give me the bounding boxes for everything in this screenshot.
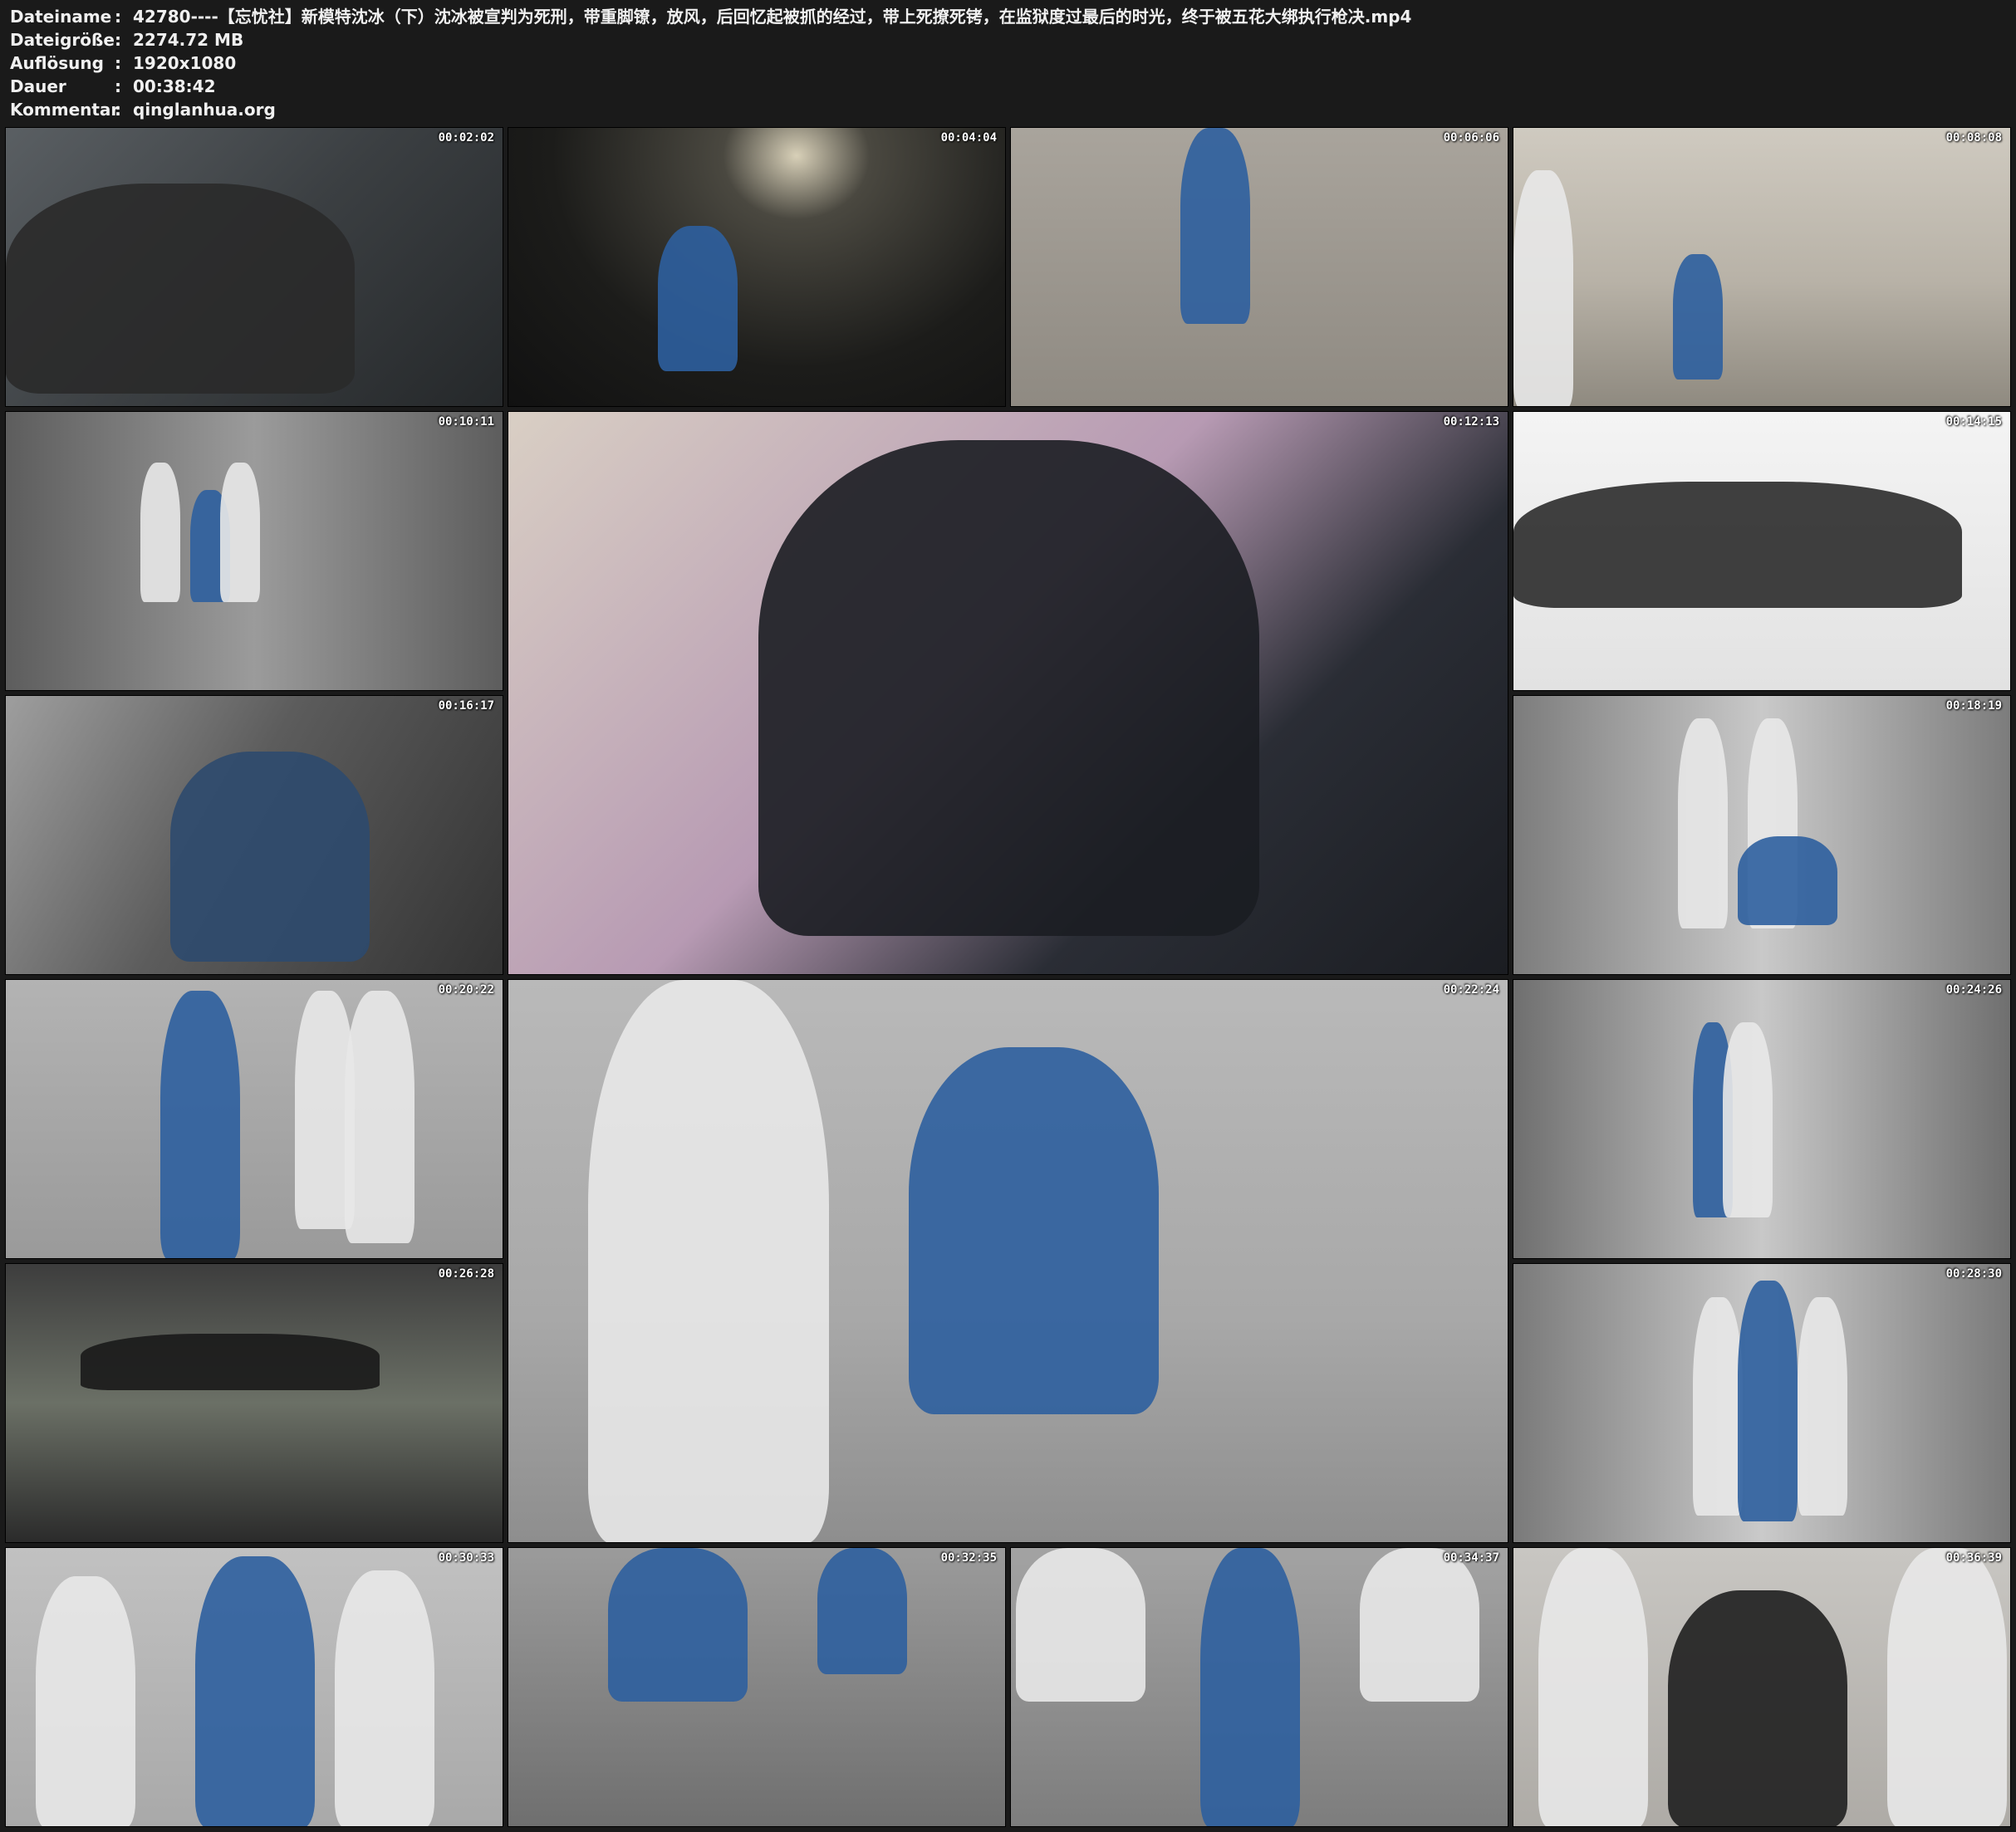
video-thumbnail: 00:26:28 xyxy=(5,1263,503,1543)
thumbnail-timestamp: 00:04:04 xyxy=(940,131,997,145)
thumbnail-image xyxy=(6,980,503,1258)
video-thumbnail: 00:02:02 xyxy=(5,127,503,407)
video-thumbnail: 00:10:11 xyxy=(5,411,503,691)
video-thumbnail: 00:30:33 xyxy=(5,1547,503,1827)
video-thumbnail: 00:04:04 xyxy=(508,127,1006,407)
figure-silhouette xyxy=(220,462,260,603)
figure-silhouette xyxy=(1513,482,1962,608)
figure-silhouette xyxy=(6,184,355,394)
thumbnail-timestamp: 00:08:08 xyxy=(1945,131,2002,145)
figure-silhouette xyxy=(1668,1590,1847,1826)
video-thumbnail: 00:08:08 xyxy=(1513,127,2011,407)
figure-silhouette xyxy=(758,439,1259,937)
figure-silhouette xyxy=(588,980,829,1542)
figure-silhouette xyxy=(1887,1548,2007,1826)
figure-silhouette xyxy=(1538,1548,1648,1826)
thumbnail-image xyxy=(1513,128,2010,406)
video-thumbnail: 00:34:37 xyxy=(1010,1547,1508,1827)
video-thumbnail: 00:18:19 xyxy=(1513,695,2011,975)
figure-silhouette xyxy=(1693,1297,1743,1516)
thumbnail-timestamp: 00:36:39 xyxy=(1945,1551,2002,1565)
thumbnail-timestamp: 00:18:19 xyxy=(1945,699,2002,713)
figure-silhouette xyxy=(36,1575,135,1826)
thumbnail-timestamp: 00:20:22 xyxy=(438,983,494,997)
thumbnail-timestamp: 00:14:15 xyxy=(1945,415,2002,429)
figure-silhouette xyxy=(1738,835,1837,926)
video-thumbnail: 00:06:06 xyxy=(1010,127,1508,407)
figure-silhouette xyxy=(1016,1548,1145,1702)
thumbnail-image xyxy=(1011,128,1508,406)
figure-silhouette xyxy=(81,1334,380,1390)
figure-silhouette xyxy=(1798,1297,1847,1516)
thumbnail-timestamp: 00:26:28 xyxy=(438,1267,494,1281)
thumbnail-image xyxy=(508,128,1005,406)
video-thumbnail: 00:24:26 xyxy=(1513,979,2011,1259)
figure-silhouette xyxy=(1180,128,1250,324)
thumbnail-timestamp: 00:10:11 xyxy=(438,415,494,429)
thumbnail-image xyxy=(508,1548,1005,1826)
figure-silhouette xyxy=(1723,1021,1773,1218)
thumbnail-timestamp: 00:32:35 xyxy=(940,1551,997,1565)
figure-silhouette xyxy=(160,991,240,1258)
figure-silhouette xyxy=(909,1047,1160,1414)
thumbnail-timestamp: 00:22:24 xyxy=(1443,983,1499,997)
video-thumbnail: 00:20:22 xyxy=(5,979,503,1259)
thumbnail-timestamp: 00:02:02 xyxy=(438,131,494,145)
thumbnail-timestamp: 00:12:13 xyxy=(1443,415,1499,429)
figure-silhouette xyxy=(1360,1548,1479,1702)
thumbnail-timestamp: 00:06:06 xyxy=(1443,131,1499,145)
figure-silhouette xyxy=(1678,718,1728,928)
video-thumbnail: 00:36:39 xyxy=(1513,1547,2011,1827)
figure-silhouette xyxy=(170,752,370,963)
figure-silhouette xyxy=(1738,1281,1798,1522)
figure-silhouette xyxy=(335,1570,434,1826)
figure-silhouette xyxy=(1513,169,1573,406)
video-thumbnail: 00:28:30 xyxy=(1513,1263,2011,1543)
figure-silhouette xyxy=(345,991,414,1243)
thumbnail-timestamp: 00:28:30 xyxy=(1945,1267,2002,1281)
figure-silhouette xyxy=(817,1548,907,1674)
thumbnail-timestamp: 00:16:17 xyxy=(438,699,494,713)
thumbnail-grid: 00:02:02 00:04:04 00:06:06 00:08:08 00:10:11… xyxy=(0,0,2016,1832)
thumbnail-timestamp: 00:34:37 xyxy=(1443,1551,1499,1565)
figure-silhouette xyxy=(140,462,180,603)
figure-silhouette xyxy=(658,225,738,372)
figure-silhouette xyxy=(608,1548,748,1702)
thumbnail-image xyxy=(6,1264,503,1542)
figure-silhouette xyxy=(1200,1548,1300,1826)
figure-silhouette xyxy=(1673,253,1723,380)
video-thumbnail: 00:14:15 xyxy=(1513,411,2011,691)
video-thumbnail: 00:12:13 xyxy=(508,411,1508,975)
figure-silhouette xyxy=(195,1556,315,1826)
video-thumbnail: 00:16:17 xyxy=(5,695,503,975)
thumbnail-timestamp: 00:24:26 xyxy=(1945,983,2002,997)
video-thumbnail: 00:22:24 xyxy=(508,979,1508,1543)
video-thumbnail: 00:32:35 xyxy=(508,1547,1006,1827)
thumbnail-timestamp: 00:30:33 xyxy=(438,1551,494,1565)
